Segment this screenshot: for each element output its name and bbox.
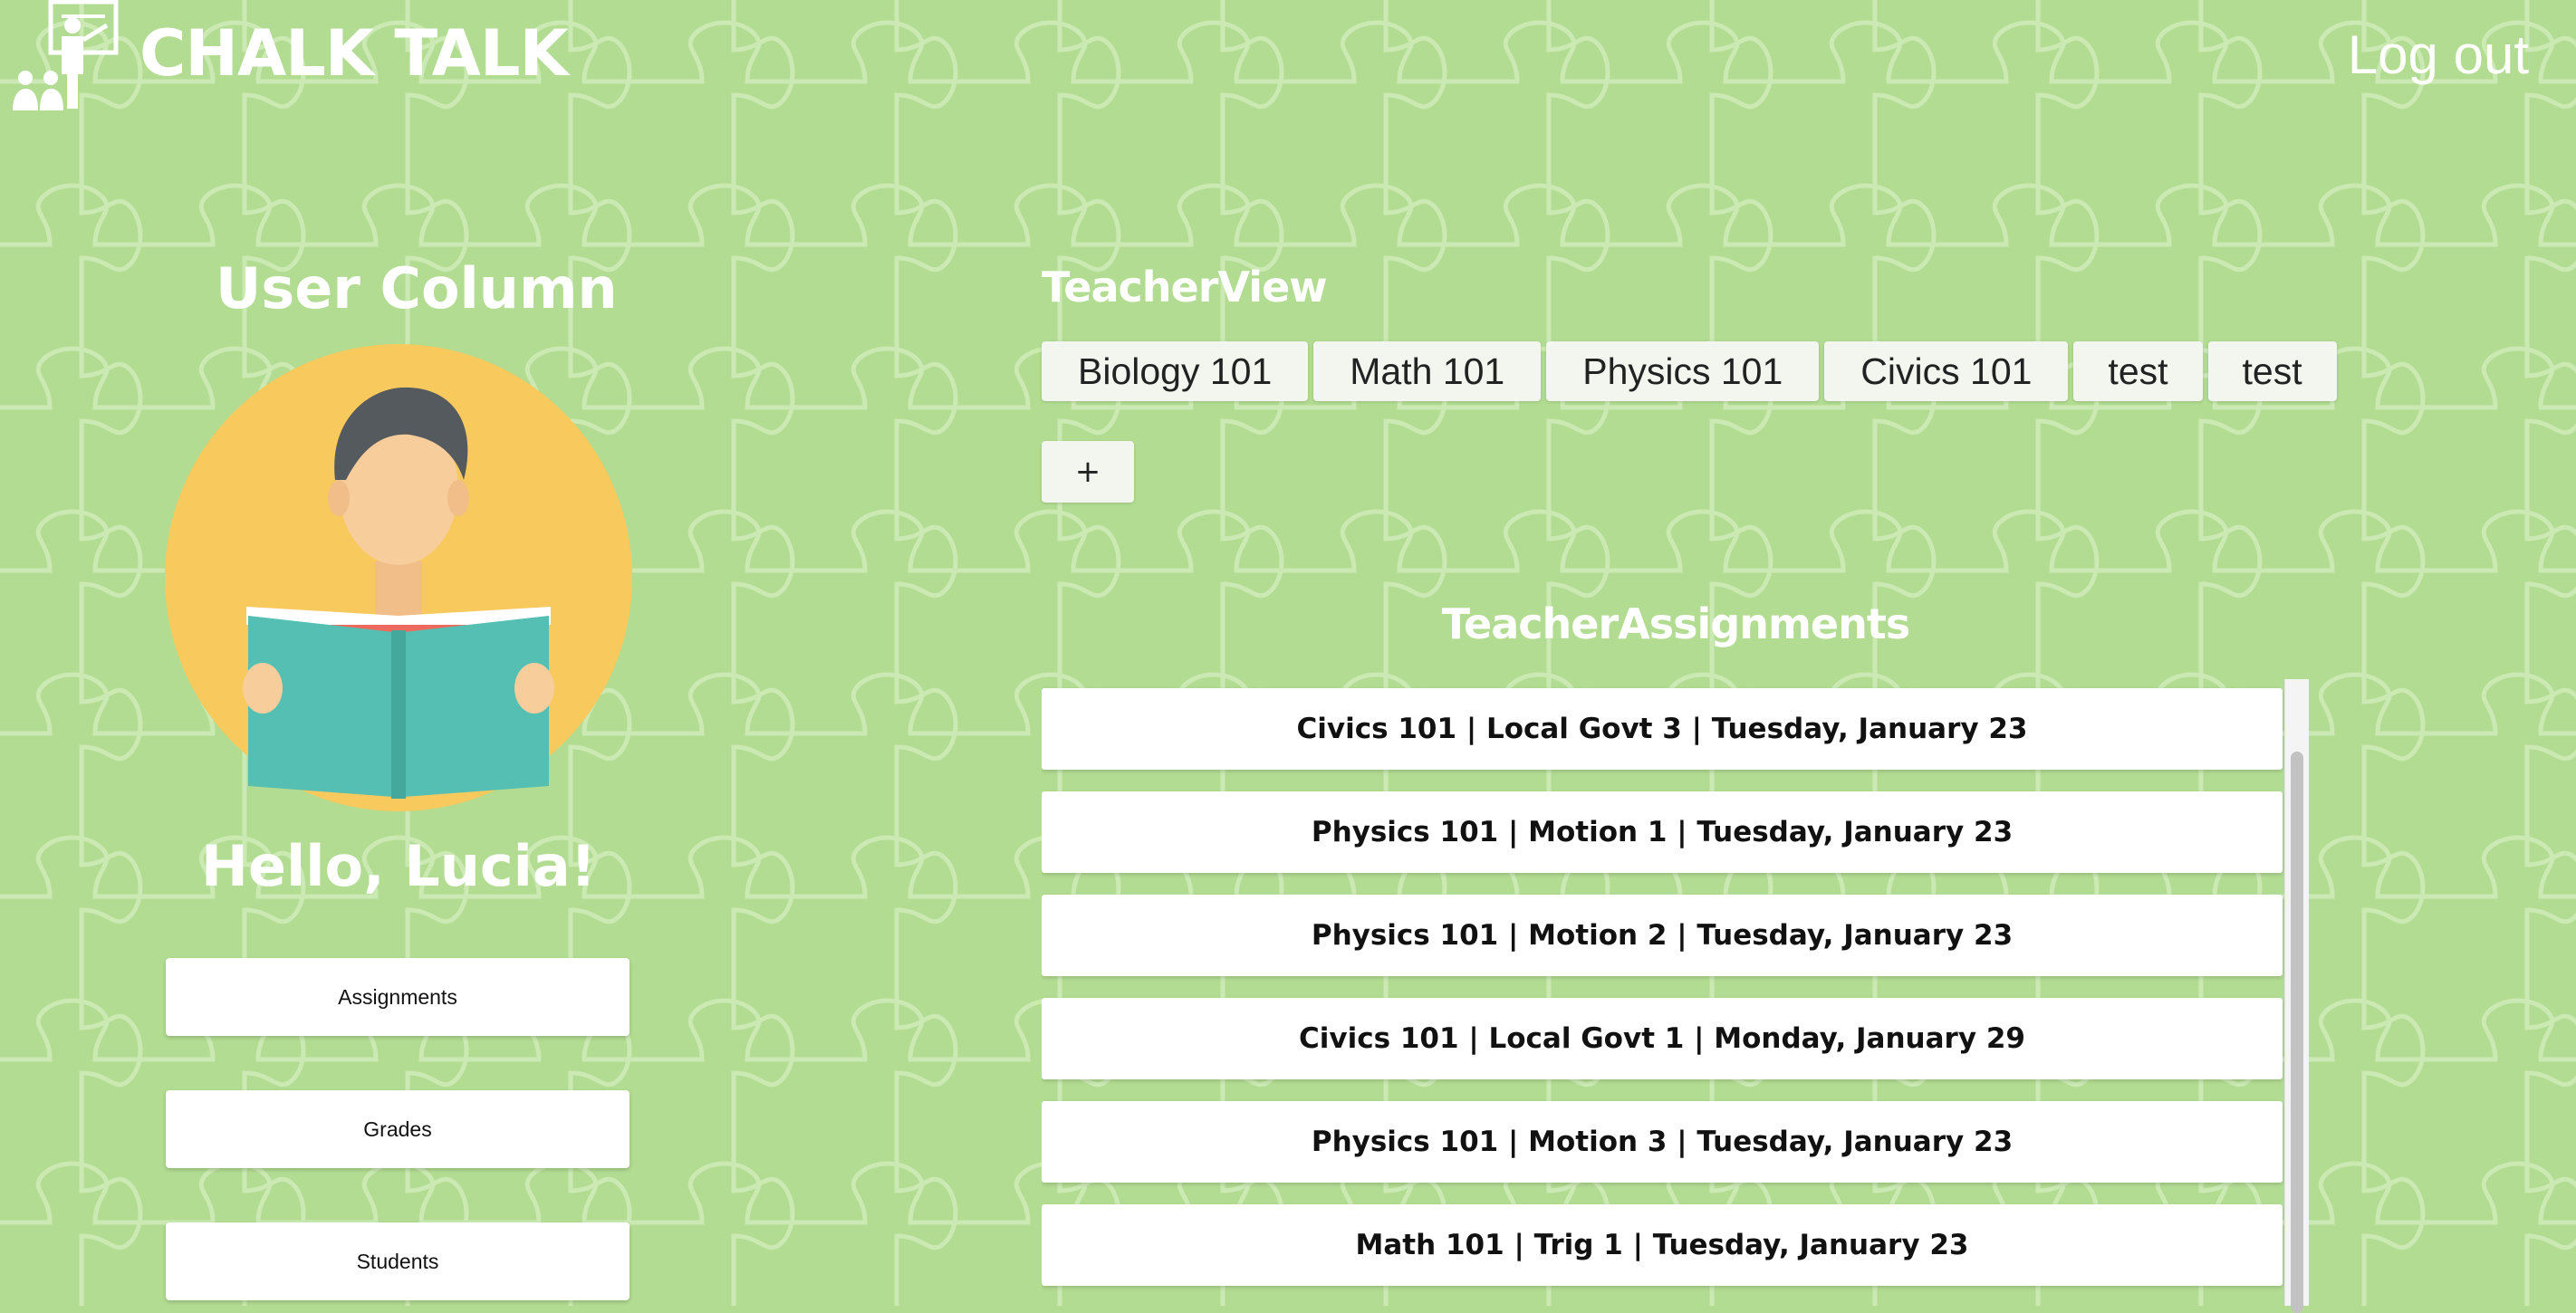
course-tabs: Biology 101 Math 101 Physics 101 Civics … [1042, 341, 2337, 401]
assignment-card[interactable]: Civics 101 | Local Govt 3 | Tuesday, Jan… [1042, 688, 2283, 770]
grades-button[interactable]: Grades [166, 1090, 630, 1168]
user-column-title: User Column [216, 255, 618, 321]
brand-title[interactable]: CHALK TALK [139, 16, 569, 91]
assignments-button[interactable]: Assignments [166, 958, 630, 1036]
scrollbar-thumb[interactable] [2291, 752, 2303, 1313]
assignment-card[interactable]: Physics 101 | Motion 1 | Tuesday, Januar… [1042, 791, 2283, 873]
assignment-list-scrollbar[interactable] [2284, 679, 2309, 1313]
students-button[interactable]: Students [166, 1222, 630, 1300]
assignment-list[interactable]: Civics 101 | Local Govt 3 | Tuesday, Jan… [1042, 679, 2284, 1306]
teacher-view-title: TeacherView [1042, 263, 1328, 311]
tab-biology-101[interactable]: Biology 101 [1042, 341, 1309, 401]
student-reading-avatar [165, 344, 632, 811]
assignment-card[interactable]: Civics 101 | Local Govt 1 | Monday, Janu… [1042, 998, 2283, 1079]
assignment-card[interactable]: Physics 101 | Motion 3 | Tuesday, Januar… [1042, 1101, 2283, 1183]
teacher-chalkboard-icon[interactable] [7, 0, 121, 114]
tab-physics-101[interactable]: Physics 101 [1546, 341, 1820, 401]
tab-math-101[interactable]: Math 101 [1313, 341, 1542, 401]
logout-button[interactable]: Log out [2348, 24, 2529, 86]
teacher-assignments-title: TeacherAssignments [1441, 599, 1910, 648]
assignment-card[interactable]: Physics 101 | Motion 2 | Tuesday, Januar… [1042, 895, 2283, 976]
tab-test[interactable]: test [2073, 341, 2203, 401]
tab-civics-101[interactable]: Civics 101 [1824, 341, 2069, 401]
assignment-card[interactable]: Math 101 | Trig 1 | Tuesday, January 23 [1042, 1204, 2283, 1286]
greeting-text: Hello, Lucia! [201, 833, 596, 899]
tab-test[interactable]: test [2207, 341, 2337, 401]
add-course-button[interactable]: + [1042, 441, 1134, 503]
